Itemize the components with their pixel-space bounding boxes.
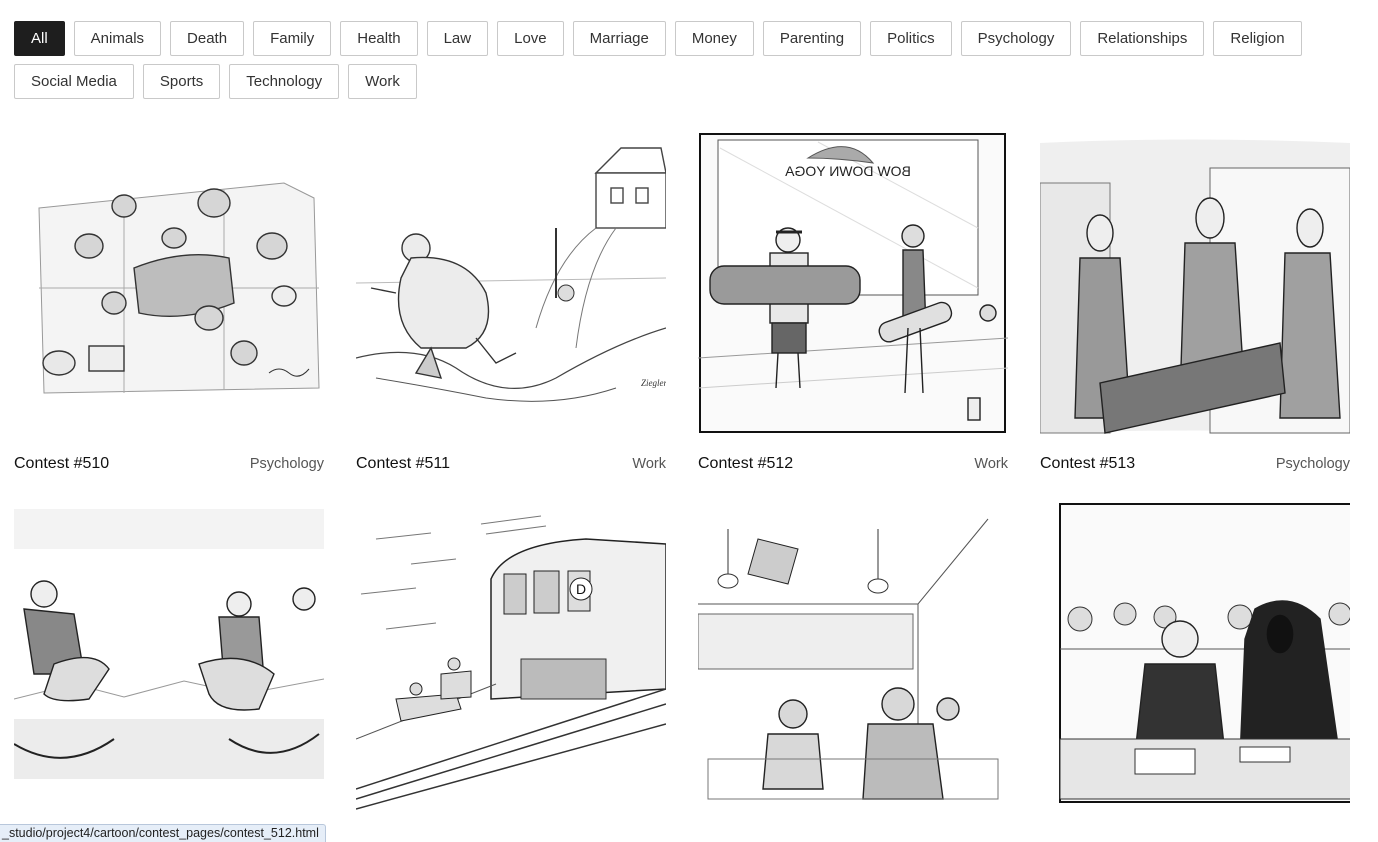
cartoon-illustration: BOW DOWN YOGA	[698, 128, 1008, 440]
grim-reaper-court-cartoon[interactable]	[1040, 499, 1350, 811]
filter-love[interactable]: Love	[497, 21, 564, 56]
filter-work[interactable]: Work	[348, 64, 417, 99]
filter-health[interactable]: Health	[340, 21, 418, 56]
contest-card[interactable]	[1040, 499, 1350, 811]
contest-title: Contest #510	[14, 455, 110, 472]
contest-grid: Contest #510 Psychology Ziegler Contest …	[14, 128, 1350, 811]
contest-title: Contest #512	[698, 455, 794, 472]
contest-title: Contest #513	[1040, 455, 1136, 472]
filter-family[interactable]: Family	[253, 21, 332, 56]
filter-social-media[interactable]: Social Media	[14, 64, 134, 99]
filter-sports[interactable]: Sports	[142, 64, 221, 99]
filter-marriage[interactable]: Marriage	[572, 21, 666, 56]
link-status-bar: _studio/project4/cartoon/contest_pages/c…	[0, 824, 326, 842]
crowd-overhead-cartoon[interactable]	[14, 128, 324, 440]
diner-cartoon[interactable]	[698, 499, 1008, 811]
filter-politics[interactable]: Politics	[870, 21, 952, 56]
contest-card[interactable]: D	[356, 499, 666, 811]
filter-relationships[interactable]: Relationships	[1080, 21, 1205, 56]
contest-card[interactable]	[698, 499, 1008, 811]
contest-category: Psychology	[1275, 456, 1350, 472]
cartoon-illustration	[698, 499, 1008, 811]
filter-animals[interactable]: Animals	[73, 21, 162, 56]
rocking-horse-cowboys-cartoon[interactable]	[14, 499, 324, 811]
contest-card-512[interactable]: BOW DOWN YOGA Contest #512 Work	[698, 128, 1008, 477]
yoga-studio-cartoon[interactable]: BOW DOWN YOGA	[698, 128, 1008, 440]
cartoon-illustration	[14, 128, 324, 440]
filter-money[interactable]: Money	[674, 21, 754, 56]
filter-all[interactable]: All	[14, 21, 65, 56]
businessmen-carrying-cartoon[interactable]	[1040, 128, 1350, 440]
svg-text:Ziegler: Ziegler	[641, 378, 666, 388]
contest-category: Psychology	[249, 456, 324, 472]
yoga-sign: BOW DOWN YOGA	[784, 163, 910, 179]
filter-psychology[interactable]: Psychology	[960, 21, 1072, 56]
filter-religion[interactable]: Religion	[1213, 21, 1302, 56]
contest-title: Contest #511	[356, 455, 450, 472]
contest-card-513[interactable]: Contest #513 Psychology	[1040, 128, 1350, 477]
contest-card[interactable]	[14, 499, 324, 811]
cartoon-illustration	[14, 499, 324, 811]
cartoon-illustration	[1040, 499, 1350, 811]
contest-card-511[interactable]: Ziegler Contest #511 Work	[356, 128, 666, 477]
cartoon-illustration: Ziegler	[356, 128, 666, 440]
filter-death[interactable]: Death	[170, 21, 245, 56]
filter-law[interactable]: Law	[426, 21, 489, 56]
filter-technology[interactable]: Technology	[229, 64, 340, 99]
contest-card-510[interactable]: Contest #510 Psychology	[14, 128, 324, 477]
cartoon-illustration: D	[356, 499, 666, 811]
contest-category: Work	[632, 456, 666, 472]
cartoon-illustration	[1040, 128, 1350, 440]
train-letter: D	[576, 581, 586, 597]
contest-category: Work	[974, 456, 1008, 472]
category-filter-bar: All Animals Death Family Health Law Love…	[14, 21, 1314, 99]
subway-train-cartoon[interactable]: D	[356, 499, 666, 811]
filter-parenting[interactable]: Parenting	[762, 21, 862, 56]
snow-shoveling-cartoon[interactable]: Ziegler	[356, 128, 666, 440]
